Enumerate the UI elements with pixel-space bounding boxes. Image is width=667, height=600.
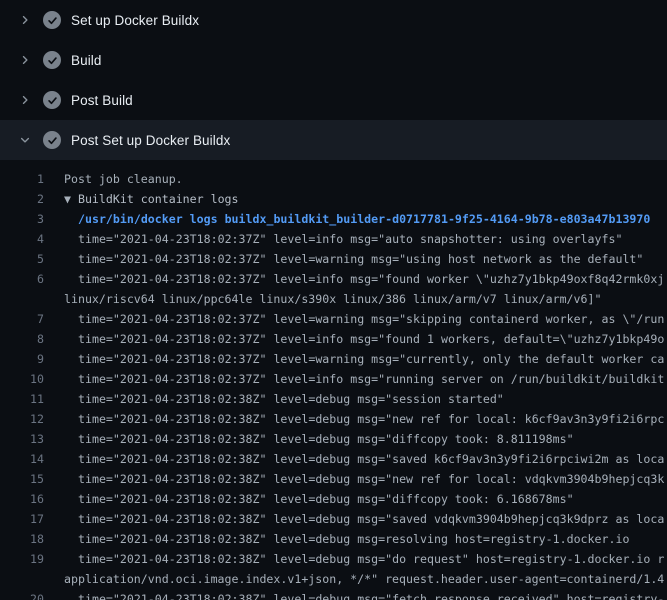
step-label: Post Set up Docker Buildx bbox=[71, 133, 230, 148]
step-label: Build bbox=[71, 53, 102, 68]
log-line: 3/usr/bin/docker logs buildx_buildkit_bu… bbox=[0, 209, 667, 229]
line-number[interactable]: 2 bbox=[0, 189, 44, 209]
line-number[interactable]: 18 bbox=[0, 529, 44, 549]
step-label: Post Build bbox=[71, 93, 133, 108]
log-line: 1 Post job cleanup. bbox=[0, 169, 667, 189]
log-line: 10 time="2021-04-23T18:02:37Z" level=info… bbox=[0, 369, 667, 389]
log-line: 14 time="2021-04-23T18:02:38Z" level=debu… bbox=[0, 449, 667, 469]
check-circle-icon bbox=[43, 11, 61, 29]
log-text: time="2021-04-23T18:02:38Z" level=debug … bbox=[78, 589, 664, 600]
line-number[interactable]: 17 bbox=[0, 509, 44, 529]
log-area: 1 Post job cleanup. 2 ▼ BuildKit container … bbox=[0, 160, 667, 600]
step-row-post-build[interactable]: Post Build bbox=[0, 80, 667, 120]
log-line: 6 time="2021-04-23T18:02:37Z" level=info … bbox=[0, 269, 667, 289]
line-number[interactable]: 9 bbox=[0, 349, 44, 369]
log-text: time="2021-04-23T18:02:37Z" level=info m… bbox=[78, 369, 664, 389]
step-row-post-set-up-docker-buildx[interactable]: Post Set up Docker Buildx bbox=[0, 120, 667, 160]
line-number[interactable]: 12 bbox=[0, 409, 44, 429]
log-line: 2 ▼ BuildKit container logs bbox=[0, 189, 667, 209]
log-line: 17 time="2021-04-23T18:02:38Z" level=debu… bbox=[0, 509, 667, 529]
log-text: time="2021-04-23T18:02:37Z" level=warnin… bbox=[78, 349, 664, 369]
log-line: 9 time="2021-04-23T18:02:37Z" level=warni… bbox=[0, 349, 667, 369]
log-text: time="2021-04-23T18:02:37Z" level=info m… bbox=[78, 329, 664, 349]
chevron-down-icon[interactable] bbox=[17, 132, 33, 148]
check-circle-icon bbox=[43, 131, 61, 149]
log-text: time="2021-04-23T18:02:38Z" level=debug … bbox=[78, 409, 664, 429]
check-circle-icon bbox=[43, 91, 61, 109]
line-number[interactable]: 13 bbox=[0, 429, 44, 449]
log-line: 4 time="2021-04-23T18:02:37Z" level=info … bbox=[0, 229, 667, 249]
step-label: Set up Docker Buildx bbox=[71, 13, 199, 28]
log-text: time="2021-04-23T18:02:37Z" level=info m… bbox=[78, 269, 664, 289]
log-text: time="2021-04-23T18:02:38Z" level=debug … bbox=[78, 489, 574, 509]
log-line: 20 time="2021-04-23T18:02:38Z" level=debu… bbox=[0, 589, 667, 600]
log-line: 12 time="2021-04-23T18:02:38Z" level=debu… bbox=[0, 409, 667, 429]
line-number[interactable]: 15 bbox=[0, 469, 44, 489]
log-text: time="2021-04-23T18:02:37Z" level=warnin… bbox=[78, 309, 664, 329]
line-number[interactable]: 14 bbox=[0, 449, 44, 469]
log-text: time="2021-04-23T18:02:38Z" level=debug … bbox=[78, 449, 664, 469]
log-line: 7 time="2021-04-23T18:02:37Z" level=warni… bbox=[0, 309, 667, 329]
step-row-set-up-docker-buildx[interactable]: Set up Docker Buildx bbox=[0, 0, 667, 40]
log-text: time="2021-04-23T18:02:38Z" level=debug … bbox=[78, 389, 504, 409]
log-group-title[interactable]: BuildKit container logs bbox=[78, 189, 239, 209]
log-text: time="2021-04-23T18:02:37Z" level=info m… bbox=[78, 229, 622, 249]
chevron-right-icon[interactable] bbox=[17, 92, 33, 108]
log-line: 8 time="2021-04-23T18:02:37Z" level=info … bbox=[0, 329, 667, 349]
line-number[interactable]: 6 bbox=[0, 269, 44, 289]
chevron-right-icon[interactable] bbox=[17, 52, 33, 68]
log-line-wrap: application/vnd.oci.image.index.v1+json,… bbox=[0, 569, 667, 589]
line-number[interactable]: 10 bbox=[0, 369, 44, 389]
line-number[interactable]: 16 bbox=[0, 489, 44, 509]
log-text: time="2021-04-23T18:02:38Z" level=debug … bbox=[78, 429, 574, 449]
line-number[interactable]: 5 bbox=[0, 249, 44, 269]
log-text: linux/riscv64 linux/ppc64le linux/s390x … bbox=[64, 289, 601, 309]
log-line: 13 time="2021-04-23T18:02:38Z" level=debu… bbox=[0, 429, 667, 449]
line-number[interactable]: 3 bbox=[0, 209, 44, 229]
log-text: time="2021-04-23T18:02:38Z" level=debug … bbox=[78, 529, 629, 549]
log-text: Post job cleanup. bbox=[64, 169, 183, 189]
line-number[interactable]: 4 bbox=[0, 229, 44, 249]
chevron-right-icon[interactable] bbox=[17, 12, 33, 28]
line-number[interactable]: 20 bbox=[0, 589, 44, 600]
log-text: time="2021-04-23T18:02:37Z" level=warnin… bbox=[78, 249, 643, 269]
log-text: time="2021-04-23T18:02:38Z" level=debug … bbox=[78, 509, 664, 529]
log-line-wrap: linux/riscv64 linux/ppc64le linux/s390x … bbox=[0, 289, 667, 309]
line-number[interactable]: 1 bbox=[0, 169, 44, 189]
log-line: 18 time="2021-04-23T18:02:38Z" level=debu… bbox=[0, 529, 667, 549]
log-text: time="2021-04-23T18:02:38Z" level=debug … bbox=[78, 549, 664, 569]
log-line: 16 time="2021-04-23T18:02:38Z" level=debu… bbox=[0, 489, 667, 509]
step-row-build[interactable]: Build bbox=[0, 40, 667, 80]
check-circle-icon bbox=[43, 51, 61, 69]
group-expander-triangle-down-icon[interactable]: ▼ bbox=[64, 189, 78, 209]
log-line: 11 time="2021-04-23T18:02:38Z" level=debu… bbox=[0, 389, 667, 409]
log-command-text: /usr/bin/docker logs buildx_buildkit_bui… bbox=[78, 209, 650, 229]
log-text: time="2021-04-23T18:02:38Z" level=debug … bbox=[78, 469, 664, 489]
log-text: application/vnd.oci.image.index.v1+json,… bbox=[64, 569, 664, 589]
log-line: 5 time="2021-04-23T18:02:37Z" level=warni… bbox=[0, 249, 667, 269]
log-line: 15 time="2021-04-23T18:02:38Z" level=debu… bbox=[0, 469, 667, 489]
line-number[interactable]: 7 bbox=[0, 309, 44, 329]
log-line: 19 time="2021-04-23T18:02:38Z" level=debu… bbox=[0, 549, 667, 569]
line-number[interactable]: 11 bbox=[0, 389, 44, 409]
line-number[interactable]: 19 bbox=[0, 549, 44, 569]
steps-list: Set up Docker Buildx Build Post Build Post … bbox=[0, 0, 667, 160]
line-number[interactable]: 8 bbox=[0, 329, 44, 349]
